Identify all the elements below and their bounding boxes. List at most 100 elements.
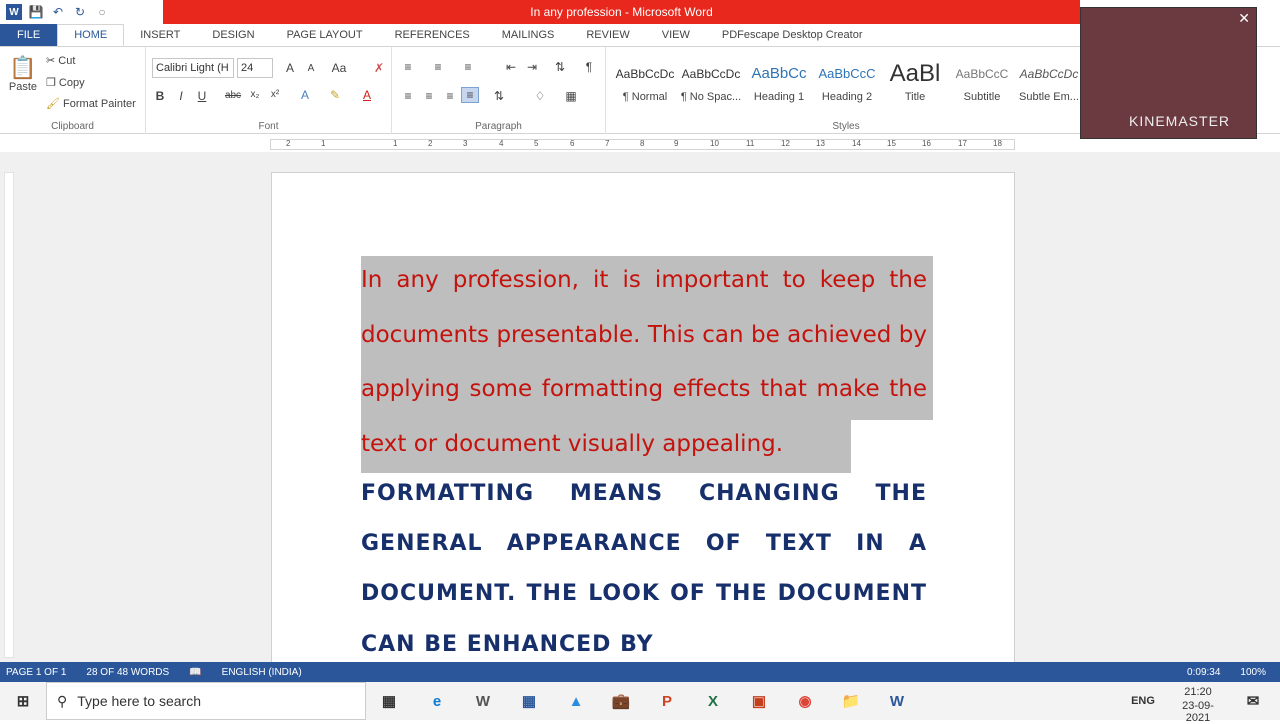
tab-file[interactable]: FILE — [0, 24, 58, 46]
align-right-icon[interactable]: ≡ — [441, 89, 459, 103]
store-icon[interactable]: 💼 — [608, 688, 634, 714]
justify-icon[interactable]: ≡ — [461, 87, 479, 103]
line-spacing-icon[interactable]: ⇅ — [490, 89, 508, 103]
proofing-icon[interactable]: 📖 — [189, 667, 201, 678]
app-icon[interactable]: ▲ — [563, 688, 589, 714]
ruler-tick: 7 — [605, 139, 610, 148]
grow-font-button[interactable]: A — [281, 61, 299, 75]
recording-timer: 0:09:34 — [1187, 666, 1221, 678]
format-painter-button[interactable]: 🖌 Format Painter — [46, 97, 136, 111]
ruler-tick: 5 — [534, 139, 539, 148]
tab-insert[interactable]: INSERT — [124, 24, 196, 46]
quick-access-toolbar: W 💾 ↶ ↻ ○ — [0, 0, 110, 24]
document-canvas[interactable]: In any profession, it is important to ke… — [0, 152, 1280, 672]
notifications-icon[interactable]: ✉ — [1240, 688, 1266, 714]
tab-page-layout[interactable]: PAGE LAYOUT — [271, 24, 379, 46]
clear-formatting-icon[interactable]: ✗ — [370, 61, 388, 75]
word-active-icon[interactable]: W — [884, 688, 910, 714]
ruler-tick: 3 — [463, 139, 468, 148]
underline-button[interactable]: U — [193, 89, 211, 103]
app-icon[interactable]: ▦ — [516, 688, 542, 714]
heading-paragraph[interactable]: FORMATTING MEANS CHANGING THE GENERAL AP… — [361, 469, 927, 670]
borders-icon[interactable]: ▦ — [562, 89, 580, 103]
increase-indent-icon[interactable]: ⇥ — [523, 60, 541, 74]
ruler-tick: 17 — [958, 139, 967, 148]
ruler-tick: 10 — [710, 139, 719, 148]
font-size-box[interactable]: 24 — [237, 58, 273, 78]
ruler-tick: 2 — [428, 139, 433, 148]
tab-home[interactable]: HOME — [57, 24, 125, 46]
bullets-icon[interactable]: ≡ — [399, 60, 417, 74]
selected-paragraph[interactable]: In any profession, it is important to ke… — [361, 253, 927, 471]
style-heading-2[interactable]: AaBbCcC Heading 2 — [814, 63, 880, 103]
bold-button[interactable]: B — [151, 89, 169, 103]
align-center-icon[interactable]: ≡ — [420, 89, 438, 103]
decrease-indent-icon[interactable]: ⇤ — [502, 60, 520, 74]
app-icon[interactable]: ▣ — [746, 688, 772, 714]
chrome-icon[interactable]: ◉ — [792, 688, 818, 714]
undo-icon[interactable]: ↶ — [50, 4, 66, 20]
change-case-button[interactable]: Aa — [330, 61, 348, 75]
cut-button[interactable]: ✂ Cut — [46, 54, 75, 68]
tab-references[interactable]: REFERENCES — [379, 24, 486, 46]
input-language[interactable]: ENG — [1130, 688, 1156, 714]
styles-group: AaBbCcDc ¶ Normal AaBbCcDc ¶ No Spac... Aa… — [606, 47, 1086, 134]
style-heading-1[interactable]: AaBbCc Heading 1 — [746, 63, 812, 103]
numbering-icon[interactable]: ≡ — [429, 60, 447, 74]
style-subtitle[interactable]: AaBbCcC Subtitle — [949, 63, 1015, 103]
italic-button[interactable]: I — [172, 89, 190, 103]
style-normal[interactable]: AaBbCcDc ¶ Normal — [612, 63, 678, 103]
align-left-icon[interactable]: ≡ — [399, 89, 417, 103]
style-no-spacing[interactable]: AaBbCcDc ¶ No Spac... — [678, 63, 744, 103]
excel-icon[interactable]: X — [700, 688, 726, 714]
edge-icon[interactable]: e — [424, 688, 450, 714]
webcam-overlay: ✕ KINEMASTER — [1080, 7, 1257, 139]
tab-review[interactable]: REVIEW — [570, 24, 645, 46]
close-icon[interactable]: ✕ — [1238, 10, 1250, 27]
subscript-button[interactable]: x₂ — [246, 89, 264, 100]
style-subtle-emphasis[interactable]: AaBbCcDc Subtle Em... — [1016, 63, 1082, 103]
word-taskbar-icon[interactable]: W — [470, 688, 496, 714]
task-view-icon[interactable]: ▦ — [376, 688, 402, 714]
text-effects-icon[interactable]: A — [296, 88, 314, 102]
strikethrough-button[interactable]: abc — [224, 90, 242, 101]
file-explorer-icon[interactable]: 📁 — [838, 688, 864, 714]
tab-mailings[interactable]: MAILINGS — [486, 24, 571, 46]
font-label: Font — [258, 121, 279, 132]
paragraph-group: ≡ ≡ ≡ ⇤ ⇥ ⇅ ¶ ≡ ≡ ≡ ≡ ⇅ ♢ ▦ Paragraph — [392, 47, 606, 134]
document-page[interactable]: In any profession, it is important to ke… — [271, 172, 1015, 672]
tab-view[interactable]: VIEW — [646, 24, 706, 46]
font-color-icon[interactable]: A — [358, 88, 376, 102]
font-name-box[interactable]: Calibri Light (H — [152, 58, 234, 78]
word-app-icon: W — [6, 4, 22, 20]
tab-design[interactable]: DESIGN — [196, 24, 270, 46]
paste-icon: 📋 — [9, 55, 37, 80]
shading-icon[interactable]: ♢ — [531, 89, 549, 103]
show-marks-icon[interactable]: ¶ — [580, 60, 598, 74]
highlight-icon[interactable]: ✎ — [326, 88, 344, 102]
scissors-icon: ✂ — [46, 55, 59, 67]
windows-start-icon[interactable]: ⊞ — [10, 688, 36, 714]
vertical-ruler[interactable] — [4, 172, 14, 658]
tab-pdfescape[interactable]: PDFescape Desktop Creator — [706, 24, 879, 46]
taskbar-search[interactable]: ⚲ Type here to search — [46, 682, 366, 720]
save-icon[interactable]: 💾 — [28, 4, 44, 20]
style-title[interactable]: AaBl Title — [882, 63, 948, 103]
copy-button[interactable]: ❐ Copy — [46, 76, 85, 90]
sort-icon[interactable]: ⇅ — [551, 60, 569, 74]
word-count[interactable]: 28 OF 48 WORDS — [86, 667, 169, 678]
clock-time: 21:20 — [1184, 686, 1212, 698]
zoom-level[interactable]: 100% — [1240, 667, 1266, 678]
paste-button[interactable]: 📋 Paste — [8, 55, 38, 93]
superscript-button[interactable]: x² — [266, 89, 284, 100]
ruler-tick: 14 — [852, 139, 861, 148]
powerpoint-icon[interactable]: P — [654, 688, 680, 714]
horizontal-ruler[interactable]: 2 1 1 2 3 4 5 6 7 8 9 10 11 12 13 14 15 … — [270, 139, 1015, 150]
language[interactable]: ENGLISH (INDIA) — [222, 667, 302, 678]
clock[interactable]: 21:20 23-09-2021 — [1172, 686, 1224, 724]
shrink-font-button[interactable]: A — [302, 63, 320, 74]
customize-qat-icon[interactable]: ○ — [94, 4, 110, 20]
page-count[interactable]: PAGE 1 OF 1 — [6, 667, 66, 678]
redo-icon[interactable]: ↻ — [72, 4, 88, 20]
multilevel-list-icon[interactable]: ≡ — [459, 60, 477, 74]
